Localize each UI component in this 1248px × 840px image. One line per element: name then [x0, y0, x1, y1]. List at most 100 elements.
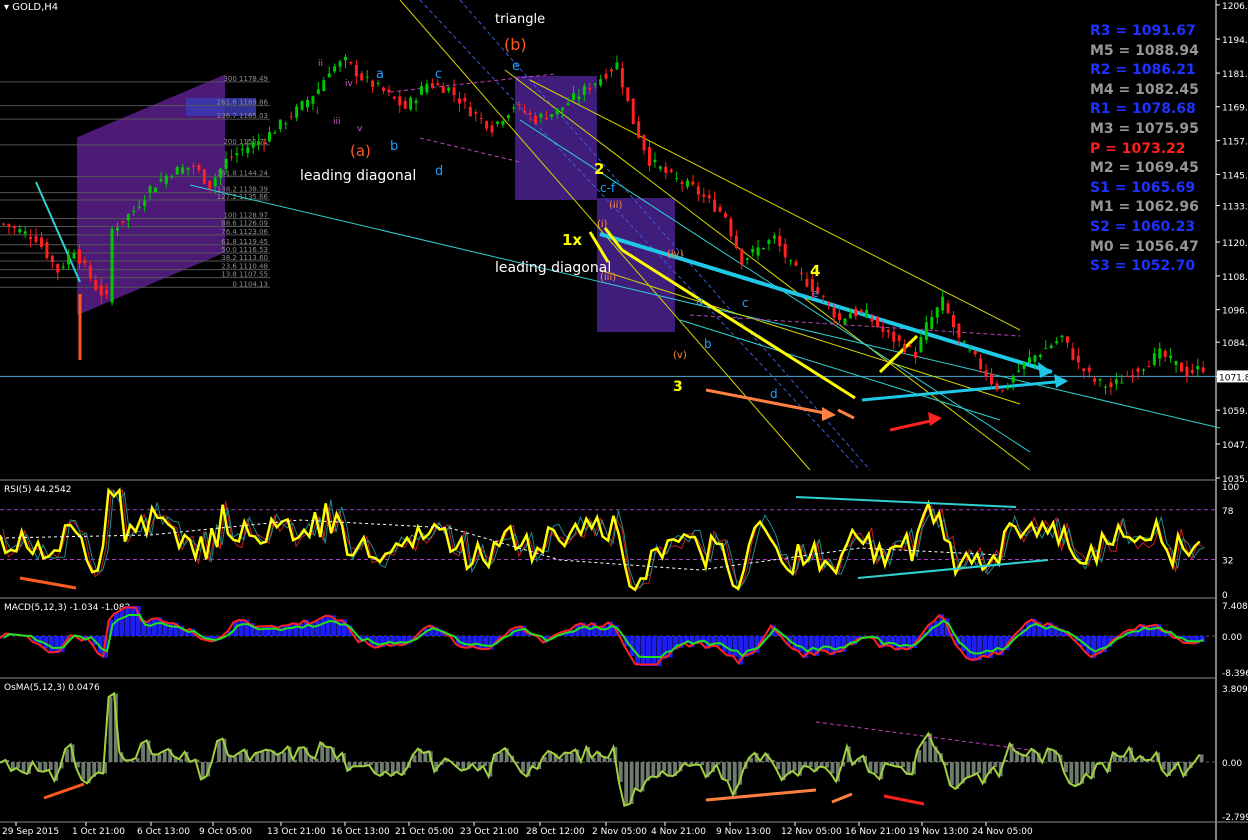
- y-tick-label: 1206.4: [1222, 2, 1248, 12]
- rsi-tick-label: 0: [1222, 591, 1228, 601]
- fib-level-label: 23.6 1110.48: [221, 263, 268, 271]
- candle-body: [941, 296, 945, 311]
- candle-body: [1000, 389, 1004, 392]
- pivot-level: M1 = 1062.96: [1090, 199, 1199, 216]
- macd-histogram-bar: [716, 636, 722, 647]
- y-tick-label: 1096.0: [1222, 307, 1248, 317]
- candle-body: [300, 101, 304, 110]
- candle-body: [1136, 368, 1140, 372]
- osma-histogram-bar: [276, 754, 281, 762]
- candle-body: [772, 235, 776, 239]
- candle-body: [615, 62, 619, 70]
- macd-histogram-bar: [933, 620, 939, 636]
- wave-label: (v): [673, 350, 687, 361]
- osma-histogram-bar: [374, 762, 379, 774]
- osma-histogram-bar: [966, 762, 971, 778]
- wave-label: b: [704, 337, 712, 351]
- macd-tick-label: 0.00: [1222, 633, 1242, 643]
- osma-histogram-bar: [1047, 748, 1052, 762]
- candle-body: [430, 83, 434, 88]
- fib-level-label: 76.4 1123.06: [221, 228, 268, 236]
- x-tick-label: 9 Oct 05:00: [199, 827, 252, 837]
- candle-body: [680, 181, 684, 184]
- osma-histogram-bar: [81, 762, 86, 780]
- symbol-text: GOLD,H4: [12, 2, 59, 13]
- candle-body: [1142, 369, 1145, 371]
- candle-body: [908, 345, 912, 347]
- pivot-level: S3 = 1052.70: [1090, 258, 1196, 275]
- candle-body: [230, 156, 233, 158]
- candle-body: [626, 87, 630, 101]
- osma-histogram-bar: [727, 762, 732, 781]
- candle-body: [1076, 355, 1080, 363]
- wave-label: triangle: [495, 12, 545, 27]
- osma-histogram-bar: [1064, 762, 1068, 773]
- candle-body: [751, 248, 755, 253]
- candle-body: [202, 169, 206, 184]
- candle-body: [854, 308, 858, 317]
- candle-body: [132, 210, 136, 213]
- wave-label: (b): [504, 35, 527, 54]
- wave-label: a: [376, 67, 384, 82]
- candle-body: [219, 168, 223, 178]
- osma-histogram-bar: [624, 762, 629, 806]
- candle-body: [848, 313, 852, 319]
- candle-body: [512, 107, 516, 109]
- macd-histogram-bar: [168, 622, 174, 636]
- orange-arrow: [705, 388, 831, 416]
- candle-body: [257, 141, 261, 145]
- candle-body: [392, 96, 396, 99]
- x-tick-label: 12 Nov 05:00: [781, 827, 842, 837]
- candle-body: [729, 218, 733, 237]
- candle-body: [924, 322, 928, 340]
- wave-label: b: [390, 139, 398, 154]
- osma-arrow: [883, 794, 925, 806]
- candle-body: [306, 100, 309, 108]
- candle-body: [1028, 357, 1031, 363]
- candle-body: [577, 96, 581, 100]
- macd-histogram-bar: [119, 609, 125, 636]
- candle-body: [778, 235, 782, 247]
- candle-body: [175, 167, 179, 175]
- candle-body: [327, 73, 331, 78]
- osma-histogram-bar: [396, 762, 401, 772]
- candle-body: [338, 61, 342, 67]
- candle-body: [1147, 366, 1151, 368]
- macd-histogram-bar: [971, 636, 977, 662]
- osma-histogram-bar: [792, 762, 797, 771]
- candle-body: [767, 240, 771, 244]
- candle-body: [1158, 348, 1162, 359]
- candle-body: [501, 121, 505, 125]
- candle-body: [539, 114, 543, 118]
- candle-body: [859, 310, 863, 313]
- wave-label: (i): [597, 219, 608, 230]
- osma-histogram-bar: [874, 762, 878, 774]
- fib-level-label: 100 1128.97: [223, 212, 268, 220]
- candle-body: [34, 236, 38, 243]
- wave-label: ii: [318, 59, 323, 69]
- candle-body: [316, 89, 320, 94]
- candle-body: [295, 106, 299, 118]
- wave-label: e: [512, 59, 520, 74]
- channel-line: [679, 319, 1001, 421]
- osma-histogram-bar: [1199, 754, 1204, 762]
- osma-histogram-bar: [260, 751, 265, 762]
- candle-body: [425, 83, 429, 93]
- macd-histogram-bar: [124, 606, 130, 636]
- osma-histogram-bar: [16, 762, 21, 768]
- wave-label: (iii): [600, 272, 616, 283]
- chart-window[interactable]: 1206.41194.01181.71169.51157.21145.01133…: [0, 0, 1248, 840]
- candle-body: [121, 220, 125, 223]
- candle-body: [544, 117, 548, 120]
- chart-canvas[interactable]: 1206.41194.01181.71169.51157.21145.01133…: [0, 0, 1248, 840]
- macd-histogram-bar: [146, 621, 152, 636]
- candle-body: [506, 115, 510, 118]
- osma-arrow: [43, 782, 85, 800]
- macd-histogram-bar: [238, 619, 244, 636]
- candle-body: [653, 159, 657, 163]
- candle-body: [1017, 370, 1021, 372]
- candle-body: [311, 96, 315, 104]
- candle-body: [12, 227, 16, 229]
- candle-body: [208, 180, 212, 189]
- fib-level-label: 161.8 1144.24: [217, 170, 269, 178]
